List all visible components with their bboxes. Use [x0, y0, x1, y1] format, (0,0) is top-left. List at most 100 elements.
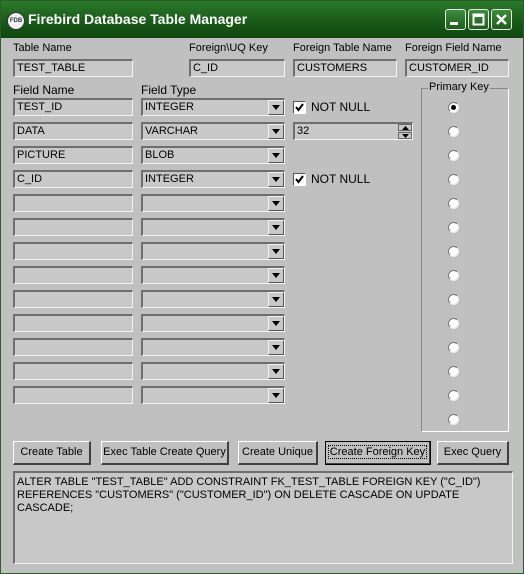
chevron-down-icon	[272, 249, 280, 254]
chevron-down-icon	[272, 105, 280, 110]
minimize-button[interactable]	[445, 9, 466, 30]
not-null-checkbox[interactable]	[293, 173, 306, 186]
chevron-down-icon	[272, 273, 280, 278]
create-unique-button[interactable]: Create Unique	[238, 441, 318, 465]
primary-key-radio[interactable]	[448, 366, 459, 377]
spin-up-button[interactable]	[398, 124, 412, 131]
field-type-select[interactable]: VARCHAR	[141, 122, 285, 140]
field-type-select[interactable]	[141, 338, 285, 356]
field-type-select[interactable]	[141, 290, 285, 308]
table-name-field[interactable]: TEST_TABLE	[13, 59, 133, 77]
primary-key-radio[interactable]	[448, 270, 459, 281]
primary-key-radio[interactable]	[448, 414, 459, 425]
field-name-input[interactable]: TEST_ID	[13, 98, 133, 116]
dropdown-button[interactable]	[268, 100, 284, 115]
dropdown-button[interactable]	[268, 172, 284, 187]
field-type-select[interactable]	[141, 218, 285, 236]
chevron-down-icon	[272, 345, 280, 350]
dropdown-button[interactable]	[268, 196, 284, 211]
primary-key-radio[interactable]	[448, 294, 459, 305]
field-type-select[interactable]	[141, 194, 285, 212]
primary-key-radio[interactable]	[448, 102, 459, 113]
title-bar[interactable]: FDB Firebird Database Table Manager	[1, 1, 523, 38]
create-foreign-key-button[interactable]: Create Foreign Key	[325, 441, 431, 465]
chevron-down-icon	[272, 225, 280, 230]
exec-query-button[interactable]: Exec Query	[437, 441, 509, 465]
primary-key-radio[interactable]	[448, 222, 459, 233]
not-null-label: NOT NULL	[311, 172, 371, 186]
dropdown-button[interactable]	[268, 364, 284, 379]
dropdown-button[interactable]	[268, 220, 284, 235]
primary-key-radio[interactable]	[448, 318, 459, 329]
dropdown-button[interactable]	[268, 124, 284, 139]
dropdown-button[interactable]	[268, 388, 284, 403]
app-icon: FDB	[7, 12, 25, 30]
foreign-field-name-label: Foreign Field Name	[405, 42, 502, 54]
field-name-input[interactable]	[13, 290, 133, 308]
primary-key-radio[interactable]	[448, 390, 459, 401]
check-icon	[295, 175, 304, 184]
dropdown-button[interactable]	[268, 292, 284, 307]
field-type-select[interactable]: BLOB	[141, 146, 285, 164]
field-type-value: VARCHAR	[145, 125, 198, 137]
create-unique-button-label: Create Unique	[242, 446, 313, 458]
not-null-label: NOT NULL	[311, 100, 371, 114]
foreign-table-name-field[interactable]: CUSTOMERS	[293, 59, 397, 77]
field-type-select[interactable]	[141, 314, 285, 332]
maximize-button[interactable]	[468, 9, 489, 30]
primary-key-radio[interactable]	[448, 246, 459, 257]
field-name-input[interactable]: C_ID	[13, 170, 133, 188]
field-name-input[interactable]	[13, 194, 133, 212]
field-name-input[interactable]	[13, 266, 133, 284]
spin-down-button[interactable]	[398, 132, 412, 139]
query-textarea[interactable]: ALTER TABLE "TEST_TABLE" ADD CONSTRAINT …	[13, 471, 513, 564]
chevron-down-icon	[272, 201, 280, 206]
dropdown-button[interactable]	[268, 244, 284, 259]
app-window: FDB Firebird Database Table Manager Tabl…	[0, 0, 524, 574]
chevron-down-icon	[272, 177, 280, 182]
field-type-select[interactable]	[141, 242, 285, 260]
field-type-value: BLOB	[145, 149, 175, 161]
field-type-select[interactable]: INTEGER	[141, 170, 285, 188]
primary-key-radio[interactable]	[448, 150, 459, 161]
field-name-input[interactable]	[13, 386, 133, 404]
close-icon	[496, 14, 507, 25]
close-button[interactable]	[491, 9, 512, 30]
dropdown-button[interactable]	[268, 148, 284, 163]
field-type-select[interactable]: INTEGER	[141, 98, 285, 116]
create-foreign-key-button-label: Create Foreign Key	[327, 445, 428, 459]
chevron-down-icon	[272, 153, 280, 158]
dropdown-button[interactable]	[268, 316, 284, 331]
foreign-uq-key-field[interactable]: C_ID	[189, 59, 285, 77]
chevron-down-icon	[272, 129, 280, 134]
size-spinner[interactable]: 32	[293, 122, 413, 140]
table-name-label: Table Name	[13, 42, 72, 54]
dropdown-button[interactable]	[268, 340, 284, 355]
field-name-input[interactable]	[13, 338, 133, 356]
field-name-input[interactable]	[13, 314, 133, 332]
primary-key-radio[interactable]	[448, 198, 459, 209]
field-name-input[interactable]	[13, 218, 133, 236]
field-name-input[interactable]	[13, 362, 133, 380]
exec-table-create-query-button[interactable]: Exec Table Create Query	[101, 441, 229, 465]
exec-query-button-label: Exec Query	[443, 446, 502, 458]
maximize-icon	[472, 13, 485, 26]
field-name-input[interactable]: PICTURE	[13, 146, 133, 164]
field-type-select[interactable]	[141, 386, 285, 404]
field-name-input[interactable]: DATA	[13, 122, 133, 140]
field-name-input[interactable]	[13, 242, 133, 260]
arrow-up-icon	[402, 126, 409, 130]
not-null-checkbox[interactable]	[293, 101, 306, 114]
primary-key-radio[interactable]	[448, 126, 459, 137]
primary-key-label: Primary Key	[428, 81, 490, 93]
dropdown-button[interactable]	[268, 268, 284, 283]
primary-key-radio[interactable]	[448, 174, 459, 185]
field-type-value: INTEGER	[145, 101, 194, 113]
exec-table-create-query-button-label: Exec Table Create Query	[103, 446, 226, 458]
field-type-select[interactable]	[141, 362, 285, 380]
check-icon	[295, 103, 304, 112]
foreign-field-name-field[interactable]: CUSTOMER_ID	[405, 59, 509, 77]
field-type-select[interactable]	[141, 266, 285, 284]
primary-key-radio[interactable]	[448, 342, 459, 353]
create-table-button[interactable]: Create Table	[13, 441, 91, 465]
